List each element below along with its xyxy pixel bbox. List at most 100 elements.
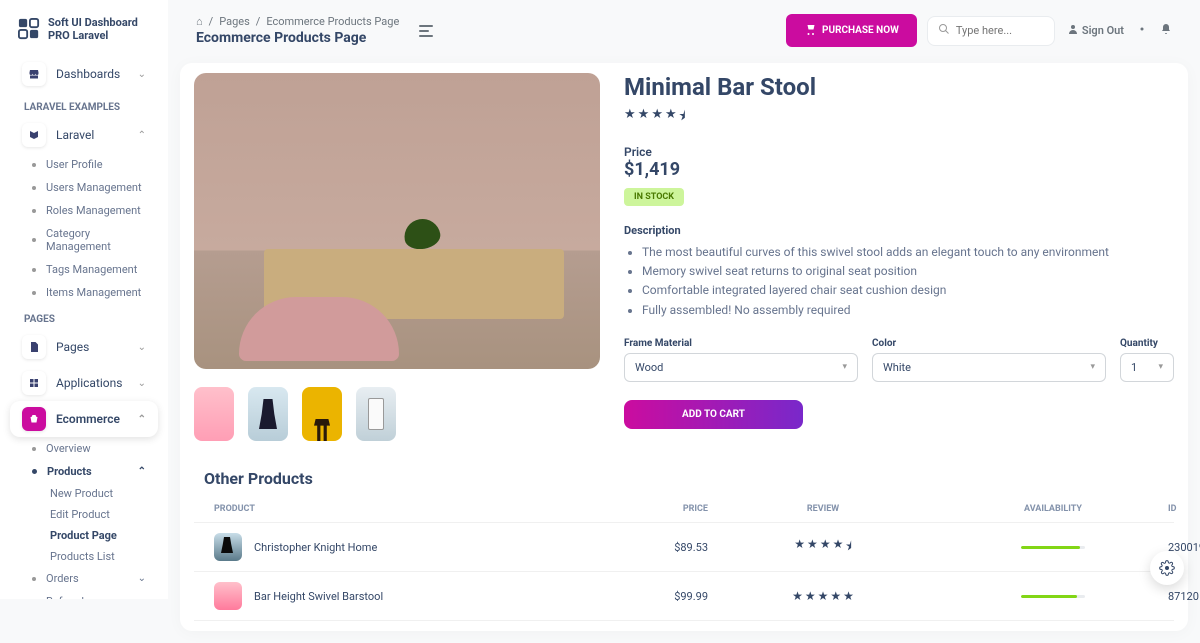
nav-dashboards[interactable]: Dashboards ⌄ (10, 56, 158, 92)
product-title: Minimal Bar Stool (624, 73, 1174, 101)
star-icon: ★ (805, 589, 816, 603)
add-to-cart-button[interactable]: Add to Cart (624, 400, 803, 429)
availability-bar (1021, 546, 1085, 549)
nav-sub2-item[interactable]: New Product (10, 483, 158, 504)
nav-sub-referral[interactable]: Referral (10, 590, 158, 599)
nav-ecommerce[interactable]: Ecommerce ⌃ (10, 401, 158, 437)
nav-sub-orders[interactable]: Orders⌄ (10, 567, 158, 590)
nav-sub-item[interactable]: Tags Management (10, 258, 158, 281)
chevron-down-icon: ⌄ (138, 69, 146, 80)
purchase-now-button[interactable]: Purchase Now (786, 14, 917, 47)
select-value: 1 (1131, 361, 1137, 374)
nav-sub2-item[interactable]: Product Page (10, 525, 158, 546)
search-input[interactable] (956, 24, 1046, 37)
th-availability: Availability (938, 504, 1168, 514)
nav-sub2-item[interactable]: Products List (10, 546, 158, 567)
add-to-cart-label: Add to Cart (682, 409, 745, 420)
breadcrumb: ⌂ / Pages / Ecommerce Products Page (196, 15, 399, 28)
section-header-pages: PAGES (10, 304, 158, 329)
sub-label: Orders (46, 572, 79, 585)
settings-icon[interactable] (1136, 23, 1148, 39)
sub-dot (32, 186, 36, 190)
nav-sub-item[interactable]: Category Management (10, 222, 158, 258)
sign-out-link[interactable]: Sign Out (1067, 23, 1124, 38)
star-icon: ★ (638, 107, 650, 129)
sign-out-label: Sign Out (1082, 24, 1124, 37)
brand[interactable]: Soft UI Dashboard PRO Laravel (10, 12, 158, 56)
row-thumb (214, 533, 242, 561)
stock-badge: In Stock (624, 188, 684, 206)
other-products-title: Other Products (194, 469, 1174, 488)
chevron-down-icon: ▾ (1158, 362, 1163, 372)
applications-icon (22, 371, 46, 395)
sub-dot (32, 238, 36, 242)
nav-label: Ecommerce (56, 412, 120, 426)
sub-label: User Profile (46, 158, 103, 171)
crumb-current: Ecommerce Products Page (266, 15, 399, 28)
other-products-table: Product Price Review Availability ID Chr… (194, 496, 1174, 621)
nav-applications[interactable]: Applications ⌄ (10, 365, 158, 401)
star-icon: ★ (624, 107, 636, 129)
nav-sub-item[interactable]: Items Management (10, 281, 158, 304)
quantity-select[interactable]: 1 ▾ (1120, 353, 1174, 382)
chevron-down-icon: ⌄ (138, 342, 146, 353)
laravel-icon (22, 123, 46, 147)
sub-label: Users Management (46, 181, 142, 194)
brand-logo-icon (18, 18, 40, 40)
cart-icon (804, 23, 816, 38)
thumbnail-1[interactable] (194, 387, 234, 441)
star-icon: ⯨ (679, 107, 686, 129)
bell-icon[interactable] (1160, 23, 1172, 39)
sub-label: Referral (46, 595, 84, 599)
chevron-up-icon: ⌃ (138, 466, 146, 477)
basket-icon (22, 407, 46, 431)
product-main-image[interactable] (194, 73, 600, 369)
thumbnail-2[interactable] (248, 387, 288, 441)
search-box[interactable] (927, 16, 1055, 46)
star-icon: ★ (807, 537, 818, 558)
home-icon[interactable]: ⌂ (196, 15, 203, 28)
crumb-link[interactable]: Pages (219, 15, 250, 28)
nav-pages[interactable]: Pages ⌄ (10, 329, 158, 365)
sub-label: Roles Management (46, 204, 141, 217)
thumbnail-3[interactable] (302, 387, 342, 441)
sub-dot (32, 291, 36, 295)
star-icon: ★ (665, 107, 677, 129)
availability-bar (1021, 595, 1085, 598)
sidebar-toggle[interactable] (415, 21, 437, 41)
star-icon: ★ (818, 589, 829, 603)
table-row[interactable]: Christopher Knight Home$89.53★★★★⯨230019 (194, 523, 1174, 572)
description-item: Comfortable integrated layered chair sea… (642, 281, 1174, 300)
crumb-sep: / (256, 15, 261, 28)
nav-label: Pages (56, 340, 89, 354)
table-row[interactable]: Bar Height Swivel Barstool$99.99★★★★★871… (194, 572, 1174, 621)
row-product-name: Bar Height Swivel Barstool (254, 590, 383, 603)
price-value: $1,419 (624, 159, 1174, 180)
sub-dot (32, 268, 36, 272)
nav-sub-overview[interactable]: Overview (10, 437, 158, 460)
nav-sub-item[interactable]: Users Management (10, 176, 158, 199)
chevron-up-icon: ⌃ (138, 414, 146, 425)
star-icon: ★ (833, 537, 844, 558)
row-rating: ★★★★⯨ (708, 537, 938, 558)
nav-sub-item[interactable]: Roles Management (10, 199, 158, 222)
thumbnail-4[interactable] (356, 387, 396, 441)
star-icon: ★ (651, 107, 663, 129)
description-item: The most beautiful curves of this swivel… (642, 243, 1174, 262)
nav-sub-item[interactable]: User Profile (10, 153, 158, 176)
color-select[interactable]: White ▾ (872, 353, 1106, 382)
star-icon: ★ (820, 537, 831, 558)
topbar: ⌂ / Pages / Ecommerce Products Page Ecom… (180, 0, 1188, 61)
row-id: 87120 (1168, 590, 1200, 603)
row-price: $99.99 (628, 590, 708, 603)
frame-material-select[interactable]: Wood ▾ (624, 353, 858, 382)
nav-sub2-item[interactable]: Edit Product (10, 504, 158, 525)
row-availability-cell (938, 546, 1168, 549)
row-review-cell: ★★★★⯨ (708, 537, 938, 558)
settings-fab[interactable] (1150, 551, 1184, 585)
quantity-label: Quantity (1120, 338, 1174, 349)
row-price: $89.53 (628, 541, 708, 554)
purchase-label: Purchase Now (822, 25, 899, 36)
nav-sub-products[interactable]: Products⌃ (10, 460, 158, 483)
nav-laravel[interactable]: Laravel ⌃ (10, 117, 158, 153)
